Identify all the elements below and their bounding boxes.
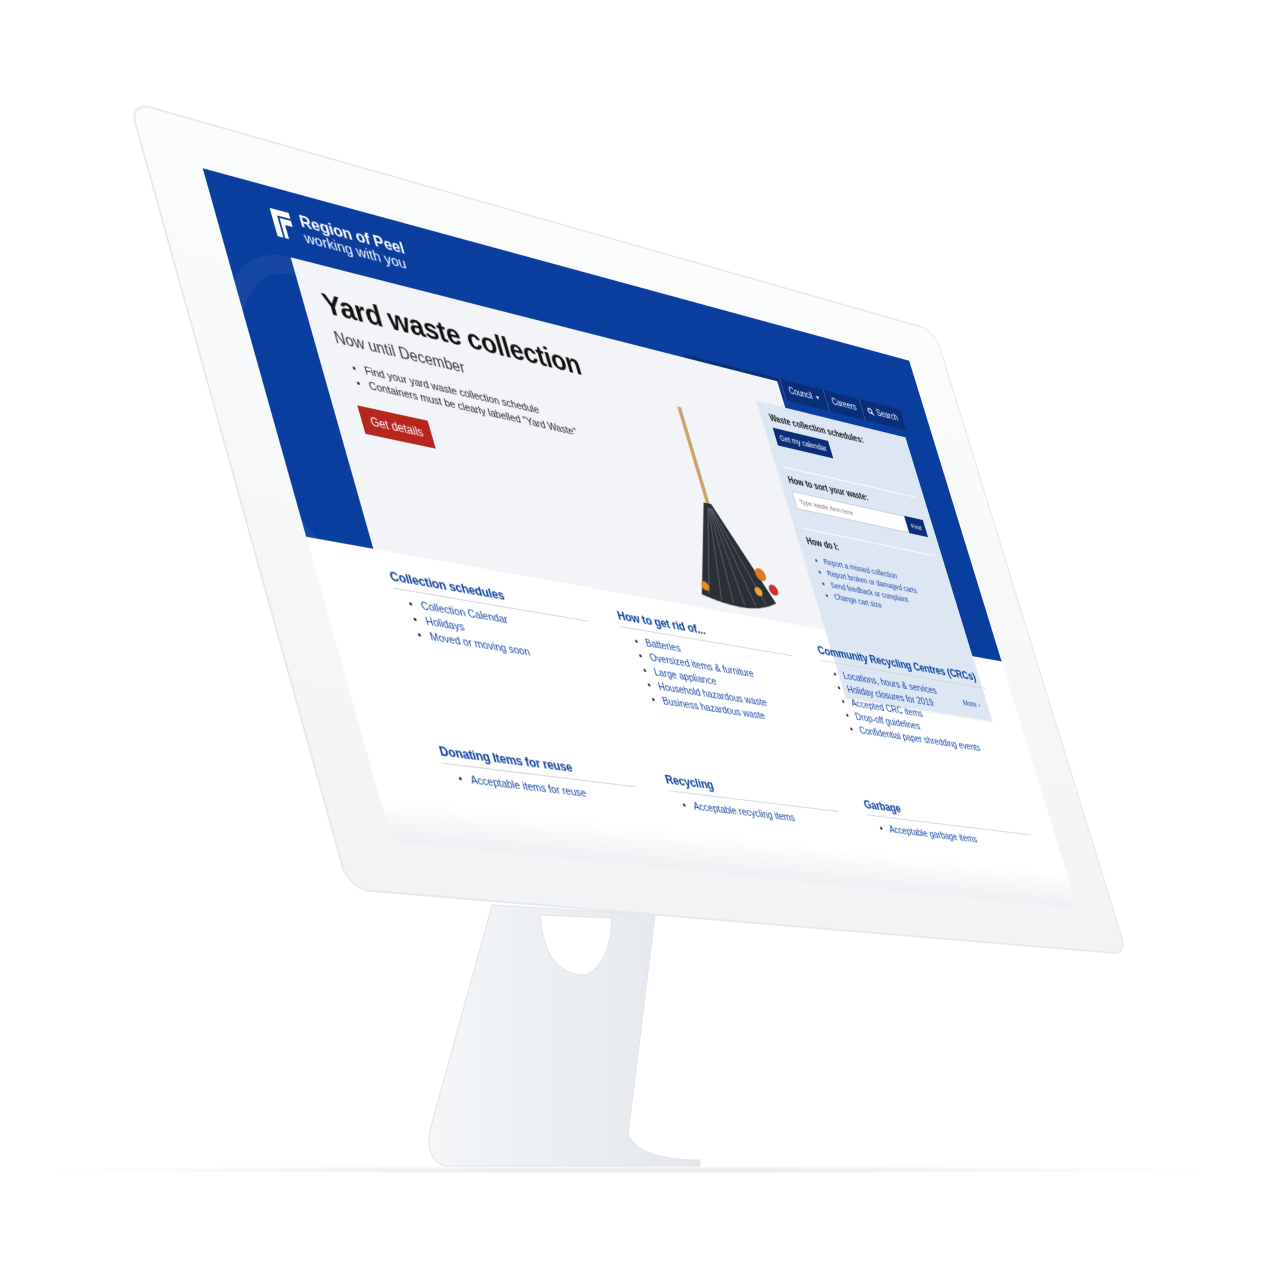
group-donating-items: Donating Items for reuse Acceptable item… bbox=[437, 743, 642, 808]
nav-careers[interactable]: Careers bbox=[823, 390, 866, 421]
find-button[interactable]: Find bbox=[904, 516, 928, 537]
nav-label: Council bbox=[788, 386, 814, 402]
nav-label: Search bbox=[875, 409, 899, 424]
howdoi-section: How do I: Report a missed collection Rep… bbox=[805, 537, 955, 625]
group-recycling: Recycling Acceptable recycling items bbox=[663, 772, 844, 832]
group-garbage: Garbage Acceptable garbage items bbox=[862, 797, 1036, 854]
nav-council[interactable]: Council ▼ bbox=[779, 379, 829, 412]
group-community-recycling-centres: Community Recycling Centres (CRCs) Locat… bbox=[816, 643, 1008, 759]
get-details-button[interactable]: Get details bbox=[357, 405, 436, 448]
product-scene: Region of Peel working with you Programs… bbox=[0, 0, 1280, 1280]
nav-label: Careers bbox=[831, 397, 858, 413]
chevron-down-icon: ▼ bbox=[815, 395, 822, 402]
nav-search[interactable]: Search bbox=[859, 399, 907, 431]
search-icon bbox=[867, 407, 875, 416]
